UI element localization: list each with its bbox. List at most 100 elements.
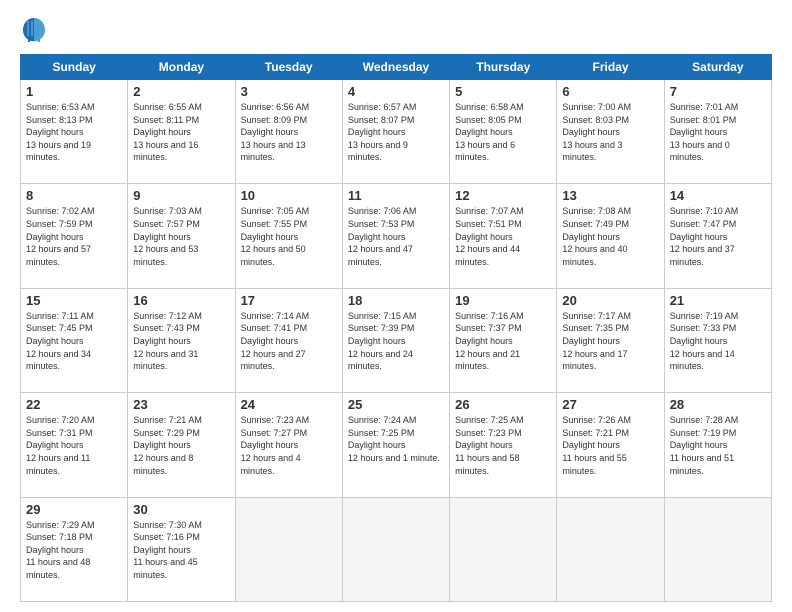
day-number: 18 xyxy=(348,293,444,308)
cell-content: Sunrise: 7:15 AMSunset: 7:39 PMDaylight … xyxy=(348,310,444,373)
calendar-cell: 14 Sunrise: 7:10 AMSunset: 7:47 PMDaylig… xyxy=(664,184,771,288)
weekday-monday: Monday xyxy=(128,55,235,80)
calendar-week-row: 1 Sunrise: 6:53 AMSunset: 8:13 PMDayligh… xyxy=(21,80,772,184)
calendar-cell xyxy=(664,497,771,601)
day-number: 21 xyxy=(670,293,766,308)
weekday-sunday: Sunday xyxy=(21,55,128,80)
day-number: 23 xyxy=(133,397,229,412)
day-number: 6 xyxy=(562,84,658,99)
calendar-cell: 21 Sunrise: 7:19 AMSunset: 7:33 PMDaylig… xyxy=(664,288,771,392)
cell-content: Sunrise: 7:23 AMSunset: 7:27 PMDaylight … xyxy=(241,414,337,477)
day-number: 12 xyxy=(455,188,551,203)
cell-content: Sunrise: 7:29 AMSunset: 7:18 PMDaylight … xyxy=(26,519,122,582)
calendar-cell xyxy=(557,497,664,601)
weekday-wednesday: Wednesday xyxy=(342,55,449,80)
day-number: 3 xyxy=(241,84,337,99)
cell-content: Sunrise: 7:25 AMSunset: 7:23 PMDaylight … xyxy=(455,414,551,477)
logo-icon xyxy=(20,16,48,44)
day-number: 9 xyxy=(133,188,229,203)
cell-content: Sunrise: 6:58 AMSunset: 8:05 PMDaylight … xyxy=(455,101,551,164)
day-number: 19 xyxy=(455,293,551,308)
day-number: 22 xyxy=(26,397,122,412)
calendar-body: 1 Sunrise: 6:53 AMSunset: 8:13 PMDayligh… xyxy=(21,80,772,602)
cell-content: Sunrise: 7:19 AMSunset: 7:33 PMDaylight … xyxy=(670,310,766,373)
day-number: 2 xyxy=(133,84,229,99)
calendar-cell: 27 Sunrise: 7:26 AMSunset: 7:21 PMDaylig… xyxy=(557,393,664,497)
cell-content: Sunrise: 6:56 AMSunset: 8:09 PMDaylight … xyxy=(241,101,337,164)
cell-content: Sunrise: 7:06 AMSunset: 7:53 PMDaylight … xyxy=(348,205,444,268)
day-number: 27 xyxy=(562,397,658,412)
calendar-table: SundayMondayTuesdayWednesdayThursdayFrid… xyxy=(20,54,772,602)
calendar-week-row: 15 Sunrise: 7:11 AMSunset: 7:45 PMDaylig… xyxy=(21,288,772,392)
cell-content: Sunrise: 7:05 AMSunset: 7:55 PMDaylight … xyxy=(241,205,337,268)
calendar-cell: 10 Sunrise: 7:05 AMSunset: 7:55 PMDaylig… xyxy=(235,184,342,288)
day-number: 7 xyxy=(670,84,766,99)
calendar-cell: 25 Sunrise: 7:24 AMSunset: 7:25 PMDaylig… xyxy=(342,393,449,497)
calendar-cell: 7 Sunrise: 7:01 AMSunset: 8:01 PMDayligh… xyxy=(664,80,771,184)
day-number: 11 xyxy=(348,188,444,203)
cell-content: Sunrise: 7:01 AMSunset: 8:01 PMDaylight … xyxy=(670,101,766,164)
calendar-cell: 23 Sunrise: 7:21 AMSunset: 7:29 PMDaylig… xyxy=(128,393,235,497)
calendar-cell: 13 Sunrise: 7:08 AMSunset: 7:49 PMDaylig… xyxy=(557,184,664,288)
weekday-header-row: SundayMondayTuesdayWednesdayThursdayFrid… xyxy=(21,55,772,80)
calendar-cell: 16 Sunrise: 7:12 AMSunset: 7:43 PMDaylig… xyxy=(128,288,235,392)
calendar-cell: 9 Sunrise: 7:03 AMSunset: 7:57 PMDayligh… xyxy=(128,184,235,288)
day-number: 17 xyxy=(241,293,337,308)
calendar-cell: 6 Sunrise: 7:00 AMSunset: 8:03 PMDayligh… xyxy=(557,80,664,184)
cell-content: Sunrise: 7:14 AMSunset: 7:41 PMDaylight … xyxy=(241,310,337,373)
cell-content: Sunrise: 7:21 AMSunset: 7:29 PMDaylight … xyxy=(133,414,229,477)
day-number: 13 xyxy=(562,188,658,203)
day-number: 5 xyxy=(455,84,551,99)
day-number: 29 xyxy=(26,502,122,517)
day-number: 30 xyxy=(133,502,229,517)
calendar-cell xyxy=(342,497,449,601)
calendar-week-row: 22 Sunrise: 7:20 AMSunset: 7:31 PMDaylig… xyxy=(21,393,772,497)
day-number: 26 xyxy=(455,397,551,412)
cell-content: Sunrise: 7:24 AMSunset: 7:25 PMDaylight … xyxy=(348,414,444,464)
day-number: 8 xyxy=(26,188,122,203)
calendar-cell: 20 Sunrise: 7:17 AMSunset: 7:35 PMDaylig… xyxy=(557,288,664,392)
weekday-thursday: Thursday xyxy=(450,55,557,80)
calendar-cell: 3 Sunrise: 6:56 AMSunset: 8:09 PMDayligh… xyxy=(235,80,342,184)
day-number: 28 xyxy=(670,397,766,412)
calendar-cell: 8 Sunrise: 7:02 AMSunset: 7:59 PMDayligh… xyxy=(21,184,128,288)
calendar-cell: 26 Sunrise: 7:25 AMSunset: 7:23 PMDaylig… xyxy=(450,393,557,497)
day-number: 4 xyxy=(348,84,444,99)
calendar-cell: 24 Sunrise: 7:23 AMSunset: 7:27 PMDaylig… xyxy=(235,393,342,497)
cell-content: Sunrise: 6:53 AMSunset: 8:13 PMDaylight … xyxy=(26,101,122,164)
calendar-cell: 11 Sunrise: 7:06 AMSunset: 7:53 PMDaylig… xyxy=(342,184,449,288)
calendar-cell: 22 Sunrise: 7:20 AMSunset: 7:31 PMDaylig… xyxy=(21,393,128,497)
calendar-cell xyxy=(450,497,557,601)
calendar-cell: 12 Sunrise: 7:07 AMSunset: 7:51 PMDaylig… xyxy=(450,184,557,288)
calendar-cell: 29 Sunrise: 7:29 AMSunset: 7:18 PMDaylig… xyxy=(21,497,128,601)
calendar-cell: 4 Sunrise: 6:57 AMSunset: 8:07 PMDayligh… xyxy=(342,80,449,184)
cell-content: Sunrise: 6:55 AMSunset: 8:11 PMDaylight … xyxy=(133,101,229,164)
cell-content: Sunrise: 7:07 AMSunset: 7:51 PMDaylight … xyxy=(455,205,551,268)
calendar-week-row: 8 Sunrise: 7:02 AMSunset: 7:59 PMDayligh… xyxy=(21,184,772,288)
day-number: 24 xyxy=(241,397,337,412)
logo xyxy=(20,16,50,44)
header xyxy=(20,16,772,44)
cell-content: Sunrise: 7:17 AMSunset: 7:35 PMDaylight … xyxy=(562,310,658,373)
day-number: 10 xyxy=(241,188,337,203)
page: SundayMondayTuesdayWednesdayThursdayFrid… xyxy=(0,0,792,612)
cell-content: Sunrise: 7:00 AMSunset: 8:03 PMDaylight … xyxy=(562,101,658,164)
cell-content: Sunrise: 7:02 AMSunset: 7:59 PMDaylight … xyxy=(26,205,122,268)
cell-content: Sunrise: 7:10 AMSunset: 7:47 PMDaylight … xyxy=(670,205,766,268)
cell-content: Sunrise: 7:26 AMSunset: 7:21 PMDaylight … xyxy=(562,414,658,477)
day-number: 20 xyxy=(562,293,658,308)
cell-content: Sunrise: 7:11 AMSunset: 7:45 PMDaylight … xyxy=(26,310,122,373)
weekday-friday: Friday xyxy=(557,55,664,80)
day-number: 15 xyxy=(26,293,122,308)
calendar-week-row: 29 Sunrise: 7:29 AMSunset: 7:18 PMDaylig… xyxy=(21,497,772,601)
calendar-cell: 5 Sunrise: 6:58 AMSunset: 8:05 PMDayligh… xyxy=(450,80,557,184)
day-number: 25 xyxy=(348,397,444,412)
cell-content: Sunrise: 7:08 AMSunset: 7:49 PMDaylight … xyxy=(562,205,658,268)
weekday-saturday: Saturday xyxy=(664,55,771,80)
day-number: 14 xyxy=(670,188,766,203)
cell-content: Sunrise: 7:30 AMSunset: 7:16 PMDaylight … xyxy=(133,519,229,582)
day-number: 1 xyxy=(26,84,122,99)
cell-content: Sunrise: 7:16 AMSunset: 7:37 PMDaylight … xyxy=(455,310,551,373)
calendar-cell: 2 Sunrise: 6:55 AMSunset: 8:11 PMDayligh… xyxy=(128,80,235,184)
calendar-cell: 18 Sunrise: 7:15 AMSunset: 7:39 PMDaylig… xyxy=(342,288,449,392)
